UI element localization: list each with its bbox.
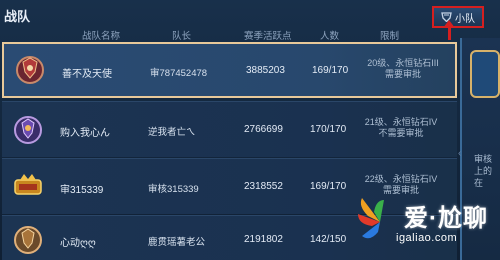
team-captain: 审787452478: [150, 68, 208, 79]
watermark-text: 爱·尬聊: [404, 205, 488, 232]
team-members: 170/170: [310, 124, 347, 135]
column-header-captain: 队长: [172, 31, 192, 42]
team-limit-level: 21级、永恒钻石IV: [364, 117, 438, 127]
team-emblem-icon[interactable]: [470, 50, 500, 98]
team-badge-icon: [12, 224, 44, 256]
side-panel-text: 在: [474, 178, 484, 188]
watermark-url: igaliao.com: [396, 232, 458, 244]
team-members: 142/150: [310, 234, 347, 245]
team-members: 169/170: [310, 181, 347, 192]
team-limit-level: 20级、永恒钻石III: [367, 58, 439, 68]
team-points: 2766699: [244, 124, 283, 135]
team-points: 2191802: [244, 234, 283, 245]
team-badge-icon: [12, 171, 44, 203]
tab-squad[interactable]: 小队: [432, 6, 484, 28]
tab-squad-label: 小队: [455, 13, 475, 25]
column-header-points: 赛季活跃点: [244, 31, 292, 42]
table-row[interactable]: 善不及天使 审787452478 3885203 169/170 20级、永恒钻…: [2, 42, 457, 98]
team-points: 2318552: [244, 181, 283, 192]
team-limit-level: 22级、永恒钻石IV: [364, 174, 438, 184]
page-title: 战队: [4, 9, 31, 24]
column-header-limit: 限制: [380, 31, 400, 42]
team-name: 审315339: [60, 185, 104, 196]
scroll-arrow-icon[interactable]: ‹: [458, 148, 461, 159]
team-badge-icon: [12, 114, 44, 146]
team-limit-approval: 不需要审批: [378, 128, 424, 138]
column-header-name: 战队名称: [82, 31, 121, 42]
annotation-arrow-line: [448, 26, 451, 40]
team-members: 169/170: [312, 65, 349, 76]
team-limit-approval: 需要审批: [384, 69, 421, 79]
team-captain: 逆我者亡ㄟ: [148, 127, 196, 138]
team-points: 3885203: [246, 65, 285, 76]
column-header-members: 人数: [320, 31, 340, 42]
team-name: 心动ღღ: [60, 238, 96, 249]
team-name: 善不及天使: [62, 69, 112, 80]
team-captain: 鹿贯瑶薯老公: [148, 237, 206, 248]
table-row[interactable]: 购入我心ん 逆我者亡ㄟ 2766699 170/170 21级、永恒钻石IV 不…: [2, 101, 457, 157]
team-captain: 审核315339: [148, 184, 199, 195]
team-badge-icon: [14, 54, 46, 86]
team-name: 购入我心ん: [60, 128, 110, 139]
